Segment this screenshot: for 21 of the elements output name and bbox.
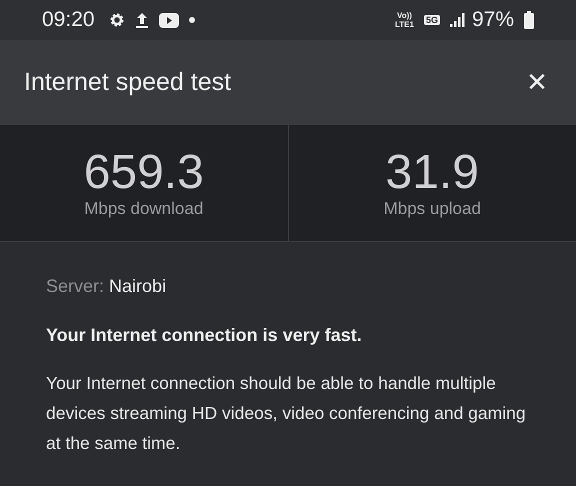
speed-label: Mbps download bbox=[84, 199, 204, 219]
close-button[interactable]: ✕ bbox=[522, 68, 552, 98]
upload-icon bbox=[134, 12, 149, 28]
speed-value: 659.3 bbox=[84, 147, 204, 199]
battery-icon bbox=[524, 11, 534, 29]
network-badge: 5G bbox=[424, 15, 440, 25]
verdict-text: Your Internet connection is very fast. bbox=[46, 325, 363, 346]
description-text: Your Internet connection should be able to handle multiple devices streaming HD videos, video conferencing and gaming at the same time. bbox=[46, 372, 527, 455]
gear-icon bbox=[108, 12, 125, 28]
volte-label: Vo)) bbox=[396, 11, 412, 20]
speed-label: Mbps upload bbox=[384, 199, 481, 219]
battery-percent: 97% bbox=[472, 8, 514, 32]
lte-label: LTE1 bbox=[394, 20, 414, 29]
dialog-title: Internet speed test bbox=[24, 68, 232, 97]
play-icon bbox=[158, 12, 179, 28]
server-name: Nairobi bbox=[109, 276, 166, 296]
dot-icon bbox=[188, 17, 195, 23]
speed-value: 31.9 bbox=[386, 147, 479, 199]
signal-icon bbox=[450, 13, 466, 27]
server-label: Server: bbox=[46, 276, 104, 296]
status-time: 09:20 bbox=[42, 8, 95, 32]
